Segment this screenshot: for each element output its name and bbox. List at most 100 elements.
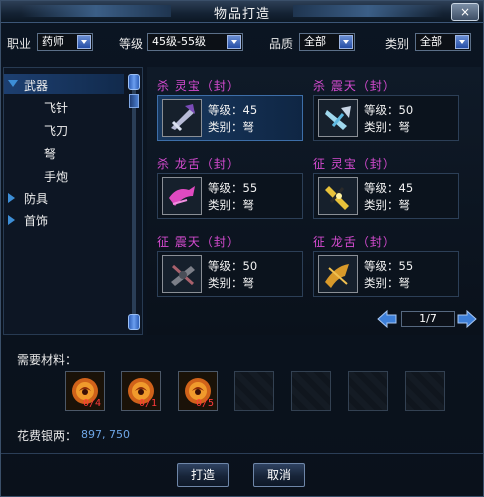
- tree-subitem-label: 弩: [44, 147, 57, 161]
- scroll-down-button[interactable]: [128, 314, 140, 330]
- pager: 1/7: [377, 307, 477, 331]
- category-value: 全部: [420, 35, 442, 48]
- title-bar[interactable]: 物品打造 ×: [1, 1, 483, 23]
- material-slot[interactable]: 0/1: [121, 371, 161, 411]
- pink-dragon-crossbow-icon: [162, 177, 202, 215]
- tree-item-label: 武器: [24, 79, 49, 93]
- close-button[interactable]: ×: [451, 3, 479, 21]
- item-name: 杀 灵宝（封）: [157, 79, 240, 93]
- tree-subitem-label: 飞针: [44, 101, 69, 115]
- scrollbar-thumb[interactable]: [129, 94, 139, 108]
- chevron-down-icon[interactable]: [77, 35, 91, 49]
- quality-label: 品质: [269, 37, 294, 51]
- item-level: 等级：55: [208, 181, 258, 195]
- material-slot-empty[interactable]: [348, 371, 388, 411]
- material-slot[interactable]: 0/5: [178, 371, 218, 411]
- chevron-down-icon[interactable]: [339, 35, 353, 49]
- item-card[interactable]: 等级：50 类别：弩: [157, 251, 303, 297]
- chevron-down-icon[interactable]: [455, 35, 469, 49]
- crafting-window: 物品打造 × 职业 药师 等级 45级-55级 品质 全部 类别 全部 武器 飞…: [0, 0, 484, 497]
- material-count: 0/1: [138, 398, 157, 409]
- material-slot-empty[interactable]: [405, 371, 445, 411]
- tree-subitem-handcannon[interactable]: 手炮: [4, 165, 124, 185]
- item-name: 征 灵宝（封）: [313, 157, 396, 171]
- item-name: 杀 龙舌（封）: [157, 157, 240, 171]
- level-label: 等级: [119, 37, 144, 51]
- item-level: 等级：45: [364, 181, 414, 195]
- item-level: 等级：45: [208, 103, 258, 117]
- prev-page-arrow-icon[interactable]: [377, 309, 397, 329]
- item-info: 等级：50 类别：弩: [364, 102, 413, 136]
- purple-crossbow-icon: [162, 99, 202, 137]
- item-card[interactable]: 等级：55 类别：弩: [157, 173, 303, 219]
- tree-item-jewelry[interactable]: 首饰: [4, 209, 124, 229]
- expand-triangle-icon[interactable]: [8, 80, 18, 87]
- category-label: 类别: [385, 37, 410, 51]
- item-name: 征 龙舌（封）: [313, 235, 396, 249]
- collapse-triangle-icon[interactable]: [8, 215, 15, 225]
- profession-label: 职业: [7, 37, 32, 51]
- item-card[interactable]: 等级：45 类别：弩: [313, 173, 459, 219]
- blue-crossbow-icon: [318, 99, 358, 137]
- item-card[interactable]: 等级：50 类别：弩: [313, 95, 459, 141]
- scrollbar-track[interactable]: [132, 88, 136, 314]
- tree-subitem-needle[interactable]: 飞针: [4, 96, 124, 116]
- item-type: 类别：弩: [364, 276, 410, 290]
- collapse-triangle-icon[interactable]: [8, 193, 15, 203]
- item-type: 类别：弩: [364, 198, 410, 212]
- cost-value: 897, 750: [81, 428, 130, 441]
- tree-item-weapon[interactable]: 武器: [4, 74, 124, 94]
- tree-item-label: 防具: [24, 192, 49, 206]
- materials-label: 需要材料：: [17, 353, 78, 367]
- item-level: 等级：55: [364, 259, 414, 273]
- item-card[interactable]: 等级：45 类别：弩: [157, 95, 303, 141]
- category-select[interactable]: 全部: [415, 33, 471, 51]
- chevron-down-icon[interactable]: [227, 35, 241, 49]
- category-scrollbar[interactable]: [128, 74, 140, 330]
- material-slot-empty[interactable]: [291, 371, 331, 411]
- cancel-button[interactable]: 取消: [253, 463, 305, 487]
- material-count: 0/4: [82, 398, 101, 409]
- category-tree: 武器 飞针 飞刀 弩 手炮 防具 首饰: [3, 67, 143, 335]
- scroll-up-button[interactable]: [128, 74, 140, 90]
- item-info: 等级：50 类别：弩: [208, 258, 257, 292]
- bottom-bar: [1, 453, 483, 497]
- item-level: 等级：50: [208, 259, 258, 273]
- profession-value: 药师: [42, 35, 64, 48]
- tree-subitem-label: 飞刀: [44, 124, 69, 138]
- item-level: 等级：50: [364, 103, 414, 117]
- craft-button[interactable]: 打造: [177, 463, 229, 487]
- quality-select[interactable]: 全部: [299, 33, 355, 51]
- item-info: 等级：55 类别：弩: [364, 258, 413, 292]
- material-slot[interactable]: 0/4: [65, 371, 105, 411]
- tree-item-label: 首饰: [24, 214, 49, 228]
- item-type: 类别：弩: [364, 120, 410, 134]
- dark-crossbow-icon: [162, 255, 202, 293]
- quality-value: 全部: [304, 35, 326, 48]
- material-slot-empty[interactable]: [234, 371, 274, 411]
- level-select[interactable]: 45级-55级: [147, 33, 243, 51]
- item-type: 类别：弩: [208, 276, 254, 290]
- item-type: 类别：弩: [208, 198, 254, 212]
- material-count: 0/5: [195, 398, 214, 409]
- item-name: 杀 震天（封）: [313, 79, 396, 93]
- filter-bar: 职业 药师 等级 45级-55级 品质 全部 类别 全部: [1, 27, 483, 57]
- level-value: 45级-55级: [152, 35, 206, 48]
- item-card[interactable]: 等级：55 类别：弩: [313, 251, 459, 297]
- cost-label: 花费银两：: [17, 429, 78, 443]
- tree-subitem-crossbow[interactable]: 弩: [4, 142, 124, 162]
- item-info: 等级：45 类别：弩: [364, 180, 413, 214]
- gold-crossbow-icon: [318, 177, 358, 215]
- next-page-arrow-icon[interactable]: [457, 309, 477, 329]
- item-list: 杀 灵宝（封） 等级：45 类别：弩 杀 震天（封） 等级：50 类别：弩 杀 …: [147, 67, 481, 335]
- page-indicator: 1/7: [401, 311, 455, 327]
- window-title: 物品打造: [213, 7, 270, 22]
- profession-select[interactable]: 药师: [37, 33, 93, 51]
- item-info: 等级：55 类别：弩: [208, 180, 257, 214]
- tree-subitem-label: 手炮: [44, 170, 69, 184]
- item-type: 类别：弩: [208, 120, 254, 134]
- item-name: 征 震天（封）: [157, 235, 240, 249]
- tree-subitem-knife[interactable]: 飞刀: [4, 119, 124, 139]
- tree-item-armor[interactable]: 防具: [4, 187, 124, 207]
- gold-dragon-crossbow-icon: [318, 255, 358, 293]
